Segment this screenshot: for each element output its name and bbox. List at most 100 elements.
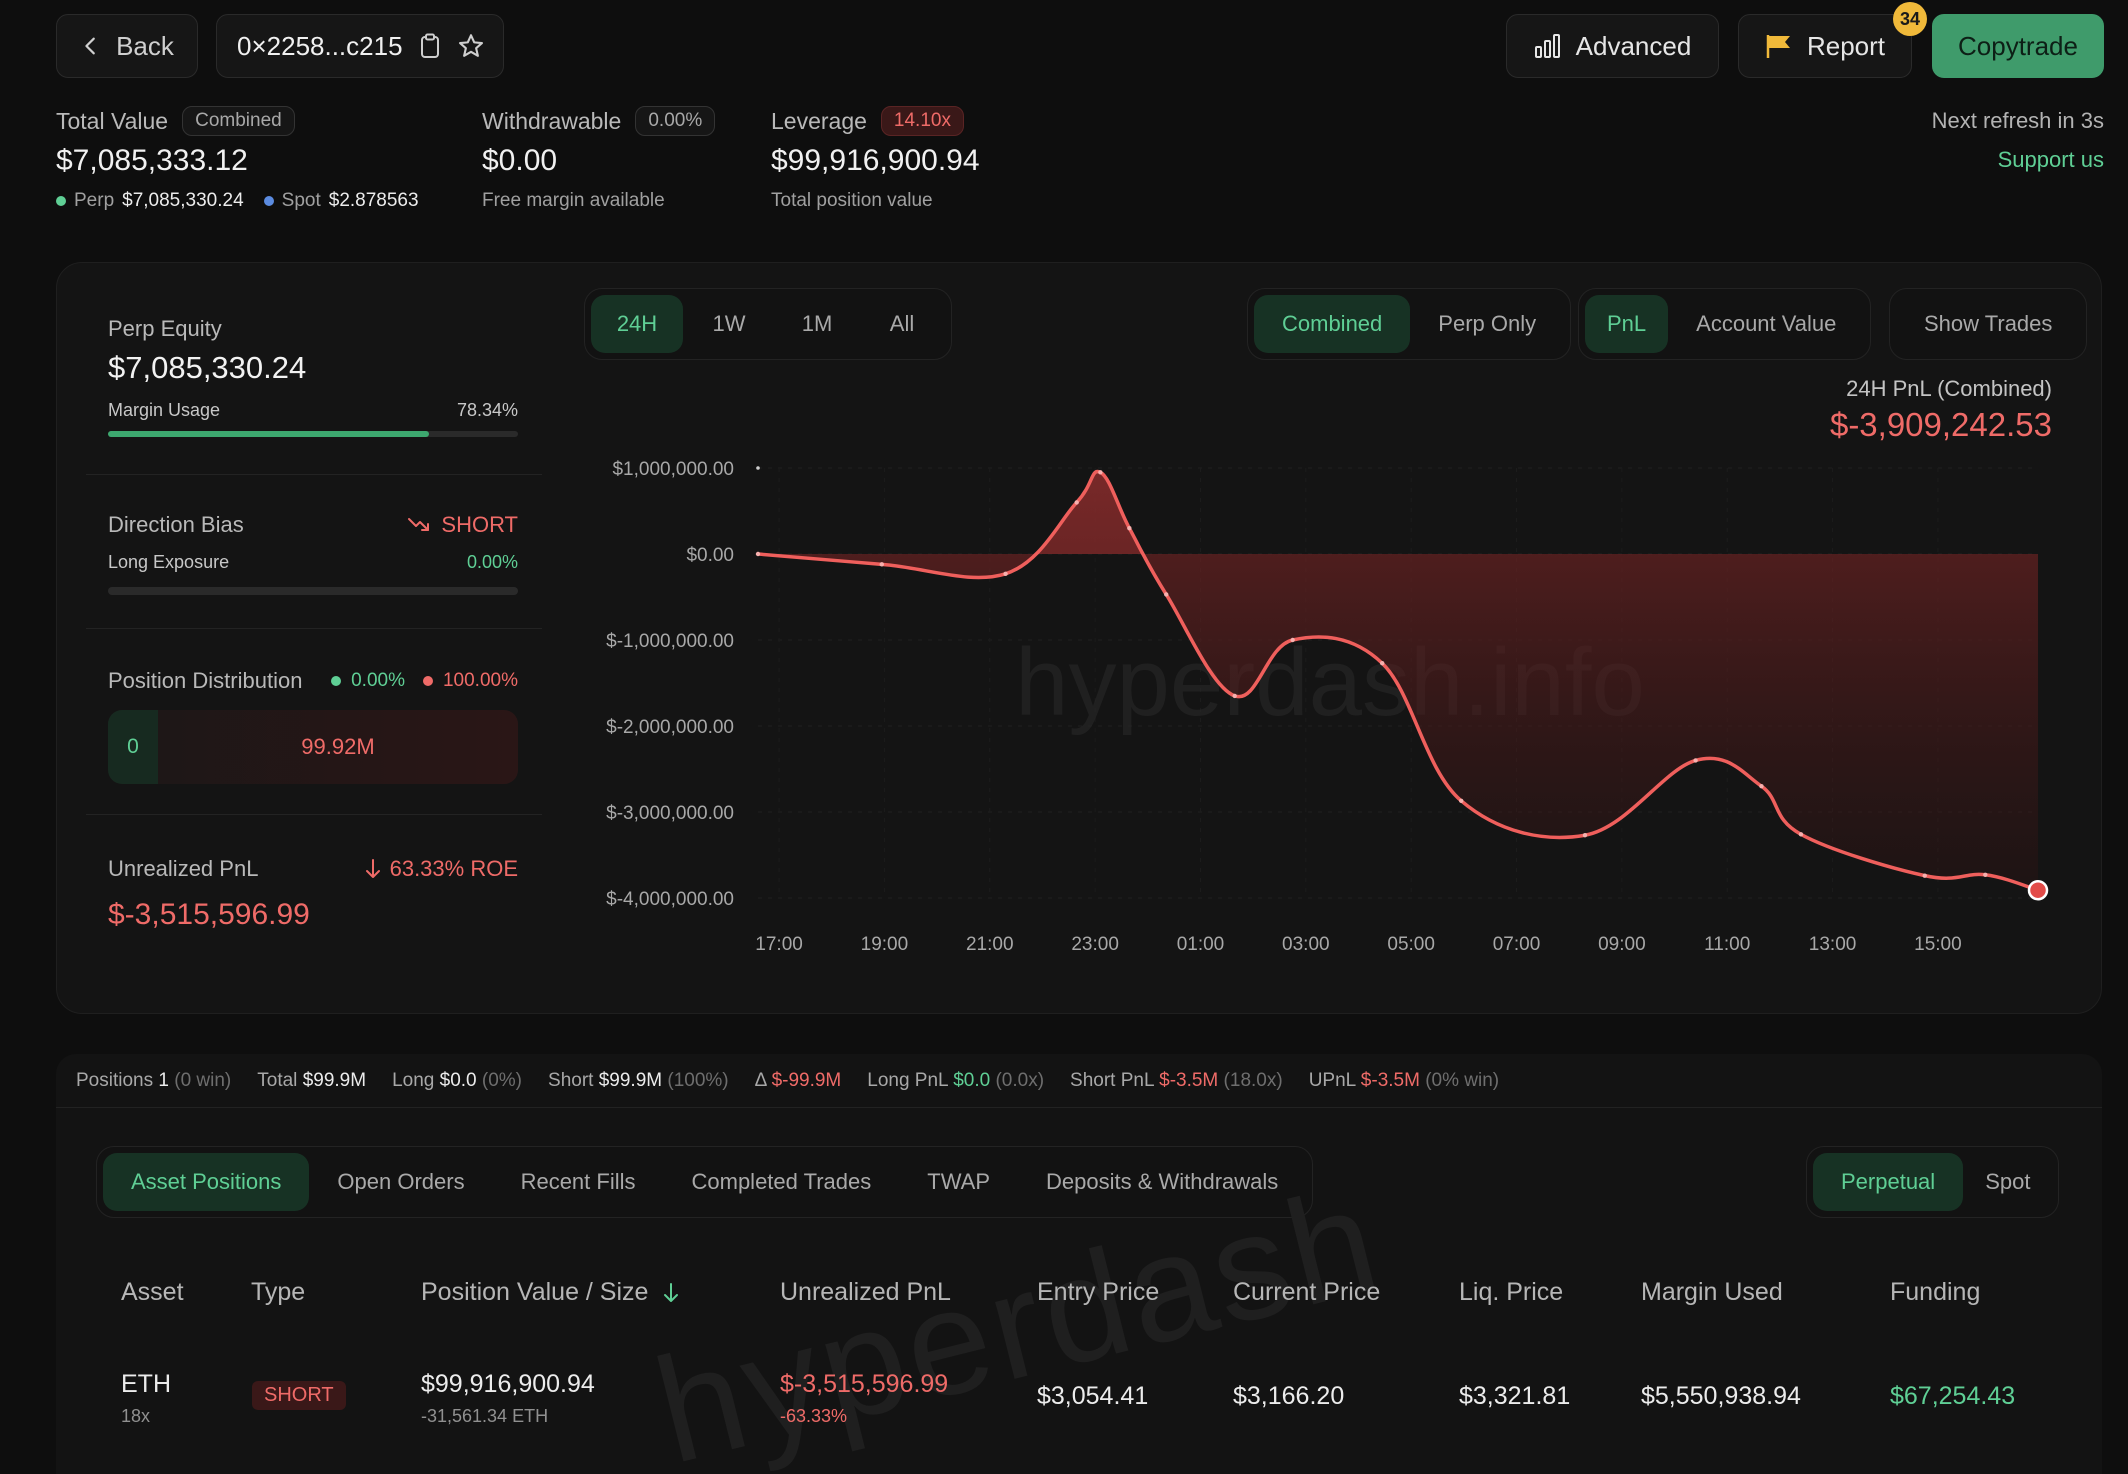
roe-value: 63.33% ROE: [389, 856, 518, 881]
short-pnl-label: Short PnL: [1070, 1069, 1154, 1091]
col-unrealized-pnl[interactable]: Unrealized PnL: [780, 1278, 951, 1307]
data-point: [1582, 833, 1588, 838]
range-1m[interactable]: 1M: [775, 295, 859, 353]
perp-equity-block: Perp Equity $7,085,330.24 Margin Usage 7…: [108, 316, 518, 437]
long-pnl-value: $0.0: [953, 1069, 991, 1091]
range-all[interactable]: All: [859, 295, 945, 353]
unrealized-pnl-block: Unrealized PnL 63.33% ROE $-3,515,596.99: [108, 856, 518, 932]
advanced-label: Advanced: [1575, 30, 1692, 61]
tab-recent-fills[interactable]: Recent Fills: [493, 1153, 664, 1211]
data-point: [1983, 872, 1988, 877]
total-value-label: Total Value: [56, 107, 169, 134]
tab-twap[interactable]: TWAP: [899, 1153, 1018, 1211]
x-tick-label: 23:00: [1071, 934, 1119, 955]
short-paren: (100%): [667, 1069, 729, 1091]
data-point: [1098, 470, 1103, 475]
leverage-chip: 14.10x: [880, 106, 964, 136]
y-tick-label: $-1,000,000.00: [606, 631, 734, 652]
data-point: [1290, 637, 1295, 643]
withdrawable-sub: Free margin available: [482, 190, 665, 211]
current-point-marker[interactable]: [2027, 879, 2049, 901]
data-point: [1759, 784, 1764, 789]
long-exposure-value: 0.00%: [466, 552, 518, 572]
long-dot: [331, 676, 342, 686]
tab-completed-trades[interactable]: Completed Trades: [664, 1153, 900, 1211]
col-asset[interactable]: Asset: [121, 1278, 184, 1307]
total-value: $99.9M: [302, 1069, 367, 1091]
position-distribution-block: Position Distribution 0.00% 100.00% 0 99…: [108, 668, 518, 784]
perp-label: Perp: [74, 190, 115, 211]
col-current-price[interactable]: Current Price: [1233, 1278, 1380, 1307]
divider: [86, 474, 542, 475]
advanced-button[interactable]: Advanced: [1506, 14, 1719, 78]
sort-down-icon: [664, 1282, 679, 1302]
total-value-stat: Total Value Combined $7,085,333.12 Perp $…: [56, 106, 419, 212]
x-tick-label: 09:00: [1598, 934, 1646, 955]
short-value: $99.9M: [598, 1069, 663, 1091]
x-tick-label: 07:00: [1493, 934, 1541, 955]
tab-perpetual[interactable]: Perpetual: [1813, 1153, 1964, 1211]
data-point: [1232, 693, 1237, 699]
withdrawable-stat: Withdrawable 0.00% $0.00 Free margin avai…: [482, 106, 716, 212]
back-label: Back: [116, 30, 174, 61]
report-button[interactable]: Report: [1738, 14, 1912, 78]
long-paren: (0%): [481, 1069, 523, 1091]
long-value: $0.0: [439, 1069, 477, 1091]
x-tick-label: 13:00: [1809, 934, 1857, 955]
mode-combined[interactable]: Combined: [1254, 295, 1411, 353]
margin-usage-label: Margin Usage: [108, 400, 221, 420]
margin-usage-bar: [108, 431, 518, 437]
axis-top-dot: [756, 466, 760, 470]
tab-open-orders[interactable]: Open Orders: [309, 1153, 492, 1211]
copytrade-label: Copytrade: [1958, 30, 2078, 61]
unrealized-pnl-value: $-3,515,596.99: [108, 898, 310, 931]
col-position-value[interactable]: Position Value / Size: [421, 1278, 680, 1307]
data-point: [1693, 758, 1698, 763]
delta-label: Δ: [754, 1069, 767, 1091]
metric-pnl[interactable]: PnL: [1585, 295, 1669, 353]
col-position-value-label: Position Value / Size: [421, 1278, 649, 1306]
col-funding[interactable]: Funding: [1890, 1278, 1980, 1307]
data-point: [1798, 832, 1804, 837]
positions-label: Positions: [76, 1069, 154, 1091]
perp-equity-label: Perp Equity: [108, 316, 222, 341]
data-point: [879, 562, 884, 567]
back-button[interactable]: Back: [56, 14, 198, 78]
arrow-down-icon: [365, 859, 380, 878]
dist-short-value: 99.92M: [301, 734, 375, 759]
range-1w[interactable]: 1W: [683, 295, 775, 353]
range-24h[interactable]: 24H: [591, 295, 683, 353]
range-selector: 24H 1W 1M All: [584, 288, 952, 360]
mode-perp-only[interactable]: Perp Only: [1410, 295, 1564, 353]
direction-bias-value: SHORT: [441, 512, 518, 537]
upnl-paren: (0% win): [1425, 1069, 1500, 1091]
copytrade-button[interactable]: Copytrade: [1932, 14, 2104, 78]
col-liq-price[interactable]: Liq. Price: [1459, 1278, 1563, 1307]
col-type[interactable]: Type: [251, 1278, 305, 1307]
withdrawable-amount: $0.00: [482, 144, 558, 177]
support-link[interactable]: Support us: [1998, 147, 2104, 173]
y-tick-label: $-3,000,000.00: [606, 803, 734, 824]
row-asset: ETH: [121, 1370, 171, 1398]
data-point: [1164, 592, 1169, 597]
tab-spot[interactable]: Spot: [1963, 1153, 2052, 1211]
clipboard-icon[interactable]: [419, 33, 441, 59]
x-tick-label: 03:00: [1282, 934, 1330, 955]
perp-dot: [56, 196, 66, 206]
tab-asset-positions[interactable]: Asset Positions: [103, 1153, 310, 1211]
market-type-tabs: Perpetual Spot: [1806, 1146, 2060, 1218]
x-tick-label: 15:00: [1914, 934, 1962, 955]
star-icon[interactable]: [457, 32, 485, 60]
row-liq-price: $3,321.81: [1459, 1382, 1571, 1410]
long-label: Long: [392, 1069, 435, 1091]
metric-account-value[interactable]: Account Value: [1668, 295, 1864, 353]
report-label: Report: [1806, 30, 1886, 61]
upnl-label: UPnL: [1308, 1069, 1356, 1091]
unrealized-pnl-label: Unrealized PnL: [108, 856, 259, 881]
show-trades-button[interactable]: Show Trades: [1896, 295, 2080, 353]
margin-usage-value: 78.34%: [456, 400, 518, 420]
data-point: [1074, 500, 1079, 505]
col-entry-price[interactable]: Entry Price: [1037, 1278, 1159, 1307]
col-margin-used[interactable]: Margin Used: [1641, 1278, 1783, 1307]
spot-label: Spot: [281, 190, 321, 211]
